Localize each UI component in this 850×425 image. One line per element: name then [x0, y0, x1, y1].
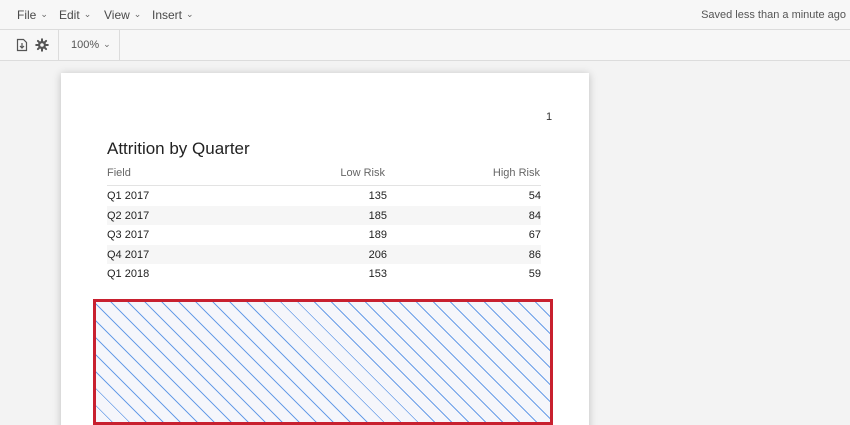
menu-bar: File ⌄ Edit ⌄ View ⌄ Insert ⌄ Saved less…	[0, 0, 850, 30]
cell-high-risk: 84	[528, 209, 541, 222]
chevron-down-icon: ⌄	[83, 8, 92, 19]
data-table[interactable]: Field Low Risk High Risk Q1 2017 135 54 …	[107, 165, 541, 284]
cell-high-risk: 67	[528, 229, 541, 242]
menu-edit[interactable]: Edit ⌄	[59, 8, 91, 22]
cell-high-risk: 54	[528, 190, 541, 202]
save-status: Saved less than a minute ago	[701, 9, 846, 21]
cell-low-risk: 153	[368, 268, 387, 281]
chevron-down-icon: ⌄	[133, 8, 142, 19]
cell-high-risk: 59	[528, 268, 541, 281]
table-row: Q4 2017 206 86	[107, 244, 541, 265]
cell-field: Q2 2017	[107, 209, 150, 222]
column-header-low-risk: Low Risk	[340, 167, 385, 179]
toolbar-divider	[119, 30, 120, 61]
zoom-select[interactable]: 100% ⌄	[71, 38, 111, 52]
menu-insert-label: Insert	[152, 8, 183, 22]
page-number: 1	[546, 111, 553, 123]
column-header-field: Field	[107, 167, 131, 179]
chevron-down-icon: ⌄	[186, 8, 194, 19]
gear-icon[interactable]	[35, 38, 49, 52]
export-icon[interactable]	[15, 38, 29, 52]
cell-low-risk: 206	[368, 248, 387, 261]
chevron-down-icon: ⌄	[103, 38, 111, 49]
cell-low-risk: 189	[368, 229, 387, 242]
cell-high-risk: 86	[528, 248, 541, 261]
menu-insert[interactable]: Insert ⌄	[152, 8, 194, 22]
cell-low-risk: 185	[368, 209, 387, 222]
cell-field: Q1 2018	[107, 268, 150, 281]
menu-edit-label: Edit	[59, 8, 80, 22]
toolbar-divider	[58, 30, 59, 61]
menu-view[interactable]: View ⌄	[104, 8, 141, 22]
table-row: Q2 2017 185 84	[107, 205, 541, 226]
report-title[interactable]: Attrition by Quarter	[107, 139, 250, 159]
table-row: Q1 2017 135 54	[107, 186, 541, 206]
report-page: 1 Attrition by Quarter Field Low Risk Hi…	[61, 73, 589, 425]
menu-file[interactable]: File ⌄	[17, 8, 48, 22]
cell-low-risk: 135	[368, 190, 387, 202]
table-row: Q3 2017 189 67	[107, 225, 541, 245]
selected-placeholder-block[interactable]	[93, 299, 553, 425]
toolbar: 100% ⌄	[0, 30, 850, 61]
chevron-down-icon: ⌄	[40, 8, 48, 19]
cell-field: Q4 2017	[107, 248, 150, 261]
menu-file-label: File	[17, 8, 37, 22]
table-header: Field Low Risk High Risk	[107, 165, 541, 186]
menu-view-label: View	[104, 8, 130, 22]
cell-field: Q3 2017	[107, 229, 150, 242]
zoom-value: 100%	[71, 39, 100, 51]
column-header-high-risk: High Risk	[492, 167, 540, 179]
table-row: Q1 2018 153 59	[107, 264, 541, 284]
cell-field: Q1 2017	[107, 190, 150, 202]
